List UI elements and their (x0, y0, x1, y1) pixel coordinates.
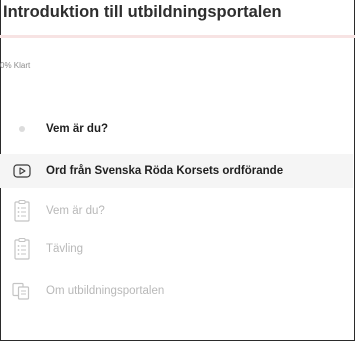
lesson-item-vem-ar-du[interactable]: Vem är du? (0, 117, 353, 141)
lesson-label: Tävling (46, 243, 84, 255)
lesson-item-om-utbildningsportalen[interactable]: Om utbildningsportalen (0, 278, 353, 304)
progress-label: 0% Klart (0, 61, 31, 70)
play-icon (10, 164, 34, 178)
survey-icon (10, 238, 34, 260)
pages-icon (10, 282, 34, 300)
lesson-item-vem-ar-du-survey[interactable]: Vem är du? (0, 197, 353, 225)
lesson-item-tavling[interactable]: Tävling (0, 235, 353, 263)
course-title: Introduktion till utbildningsportalen (3, 3, 282, 21)
survey-icon (10, 200, 34, 222)
lesson-label: Om utbildningsportalen (46, 285, 165, 297)
lesson-label: Vem är du? (46, 123, 108, 135)
progress-bar (0, 35, 355, 38)
lesson-label: Vem är du? (46, 205, 105, 217)
lesson-label: Ord från Svenska Röda Korsets ordförande (46, 165, 284, 177)
dot-icon (10, 126, 34, 132)
lesson-item-ord-fran-ordforande[interactable]: Ord från Svenska Röda Korsets ordförande (0, 154, 353, 188)
